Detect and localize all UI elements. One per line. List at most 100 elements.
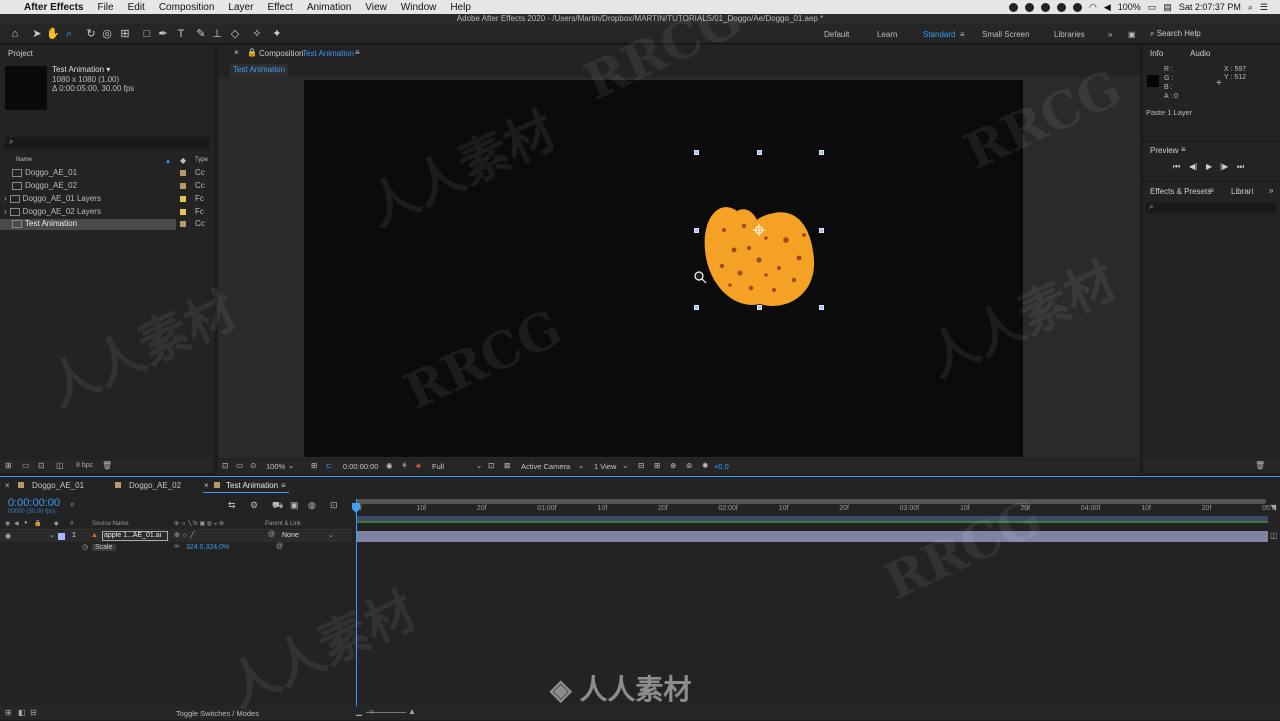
new-folder-icon[interactable]: ▭ (22, 461, 30, 470)
3d-renderer-icon[interactable]: ⊕ (670, 461, 676, 470)
layer-switches-toggle-icon[interactable]: ⊞ (5, 708, 12, 717)
menu-animation[interactable]: Animation (307, 2, 351, 13)
label-swatch[interactable] (180, 196, 186, 202)
work-area-bar[interactable] (356, 499, 1266, 504)
flowchart-icon[interactable]: ⊞ (654, 461, 660, 470)
video-switch-icon[interactable]: ◉ (5, 520, 10, 527)
last-frame-icon[interactable]: ⏭ (1237, 162, 1244, 172)
project-item-selected[interactable]: Test Animation (0, 219, 176, 230)
graph-editor-icon[interactable]: ⊡ (330, 500, 338, 511)
label-column-icon[interactable]: ◆ (54, 520, 59, 527)
camera-select[interactable]: Active Camera (521, 462, 570, 471)
zoom-slider-thumb[interactable]: ○ (369, 707, 374, 716)
label-column-icon[interactable]: ◆ (180, 156, 186, 167)
project-item[interactable]: › Doggo_AE_01 Layers Fc (0, 194, 214, 205)
project-item[interactable]: Doggo_AE_01 Cc (0, 168, 214, 179)
solo-switch-icon[interactable]: ● (24, 520, 28, 526)
constrain-proportions-icon[interactable]: ∞ (174, 543, 179, 550)
libraries-tab[interactable]: Librari (1231, 187, 1253, 196)
layer-number-header[interactable]: # (70, 521, 73, 527)
lock-switch-icon[interactable]: 🔒 (34, 520, 41, 527)
layer-name[interactable]: apple 1...AE_01.ai (102, 531, 168, 541)
status-icon[interactable] (1056, 2, 1066, 12)
workspace-libraries[interactable]: Libraries (1054, 30, 1085, 39)
project-settings-icon[interactable]: ◫ (56, 461, 64, 470)
layer-visibility-icon[interactable]: ◉ (5, 532, 11, 540)
expression-pickwhip-icon[interactable]: @ (276, 543, 283, 550)
pickwhip-icon[interactable]: @ (268, 531, 275, 538)
effects-search-input[interactable]: ⌕ (1146, 202, 1276, 213)
label-swatch[interactable] (180, 170, 186, 176)
label-swatch[interactable] (180, 221, 186, 227)
source-name-header[interactable]: Source Name (92, 521, 129, 527)
next-frame-icon[interactable]: |▶ (1220, 162, 1228, 171)
exposure-value[interactable]: +0.0 (714, 462, 729, 471)
grid-icon[interactable]: ⊞ (311, 461, 317, 470)
menu-window[interactable]: Window (401, 2, 437, 13)
layer-switches-icons[interactable]: ⊕ ☼ ╱ (174, 531, 194, 539)
menu-composition[interactable]: Composition (159, 2, 215, 13)
bounding-box-handle[interactable] (694, 228, 699, 233)
trash-icon[interactable]: 🗑 (102, 461, 112, 470)
timeline-tab-doggo-ae-01[interactable]: Doggo_AE_01 (32, 481, 84, 490)
layer-label-swatch[interactable] (58, 533, 65, 540)
roto-brush-tool-icon[interactable]: ✧ (250, 27, 264, 41)
project-item[interactable]: › Doggo_AE_02 Layers Fc (0, 207, 214, 218)
project-tab[interactable]: Project (8, 49, 33, 58)
label-swatch[interactable] (180, 209, 186, 215)
bounding-box-handle[interactable] (819, 305, 824, 310)
column-header-type[interactable]: Type (195, 157, 208, 168)
timeline-current-time[interactable]: 0:00:00:00 (8, 497, 60, 509)
bit-depth-button[interactable]: 8 bpc (76, 462, 93, 469)
camera-tool-icon[interactable]: ◎ (100, 27, 114, 41)
status-icon[interactable] (1008, 2, 1018, 12)
bounding-box-handle[interactable] (819, 150, 824, 155)
lock-icon[interactable]: 🔒 (247, 48, 257, 57)
home-icon[interactable]: ⌂ (8, 27, 22, 41)
more-tabs-icon[interactable]: » (1269, 186, 1273, 195)
selection-tool-icon[interactable]: ➤ (30, 27, 44, 41)
motion-blur-icon[interactable]: ◍ (308, 500, 316, 511)
bounding-box-handle[interactable] (757, 150, 762, 155)
pen-tool-icon[interactable]: ✒ (156, 27, 170, 41)
clone-stamp-tool-icon[interactable]: ⊥ (210, 27, 224, 41)
status-icon[interactable] (1040, 2, 1050, 12)
property-name[interactable]: Scale (92, 544, 116, 551)
bounding-box-handle[interactable] (757, 305, 762, 310)
magnification-select[interactable]: 100% (266, 462, 285, 471)
zoom-out-icon[interactable]: ▁ (356, 707, 362, 716)
volume-icon[interactable]: ◀ (1104, 2, 1111, 13)
status-icon[interactable] (1072, 2, 1082, 12)
flag-icon[interactable]: ▤ (1163, 2, 1172, 13)
panel-menu-icon[interactable]: ≡ (1209, 186, 1214, 195)
composition-tab-name[interactable]: Test Animation (302, 49, 354, 58)
snapshot-icon[interactable]: ◉ (386, 461, 393, 470)
first-frame-icon[interactable]: ⏮ (1173, 162, 1180, 172)
previous-frame-icon[interactable]: ◀| (1189, 162, 1197, 171)
composition-button-icon[interactable]: ◫ (1270, 531, 1278, 540)
workspace-default[interactable]: Default (824, 30, 849, 39)
panel-menu-icon[interactable]: ≡ (355, 48, 360, 57)
panel-menu-icon[interactable]: ≡ (281, 481, 286, 490)
bounding-box-handle[interactable] (694, 305, 699, 310)
workspace-menu-icon[interactable]: ≡ (960, 30, 965, 39)
interpret-footage-icon[interactable]: ⊞ (5, 461, 12, 470)
toggle-pixel-aspect-icon[interactable]: ⊟ (638, 461, 644, 470)
panel-layout-icon[interactable]: ▣ (1128, 30, 1136, 39)
expand-arrow-icon[interactable]: › (4, 194, 7, 203)
menu-file[interactable]: File (97, 2, 113, 13)
composition-mini-flowchart-icon[interactable]: ⇆ (228, 500, 236, 511)
expand-arrow-icon[interactable]: › (4, 207, 7, 216)
transfer-controls-toggle-icon[interactable]: ◧ (18, 708, 26, 717)
show-snapshot-icon[interactable]: ⚘ (401, 461, 408, 470)
rotate-tool-icon[interactable]: ↻ (84, 27, 98, 41)
frame-blending-icon[interactable]: ▣ (290, 500, 299, 511)
current-time-display[interactable]: 0:00:00:00 (343, 462, 378, 471)
menu-help[interactable]: Help (450, 2, 471, 13)
new-composition-icon[interactable]: ⊡ (38, 461, 45, 470)
hand-tool-icon[interactable]: ✋ (46, 27, 60, 41)
menu-view[interactable]: View (365, 2, 387, 13)
audio-tab[interactable]: Audio (1190, 49, 1210, 58)
mask-view-icon[interactable]: ⊙ (250, 461, 256, 470)
timeline-tab-test-animation[interactable]: Test Animation (226, 481, 278, 490)
